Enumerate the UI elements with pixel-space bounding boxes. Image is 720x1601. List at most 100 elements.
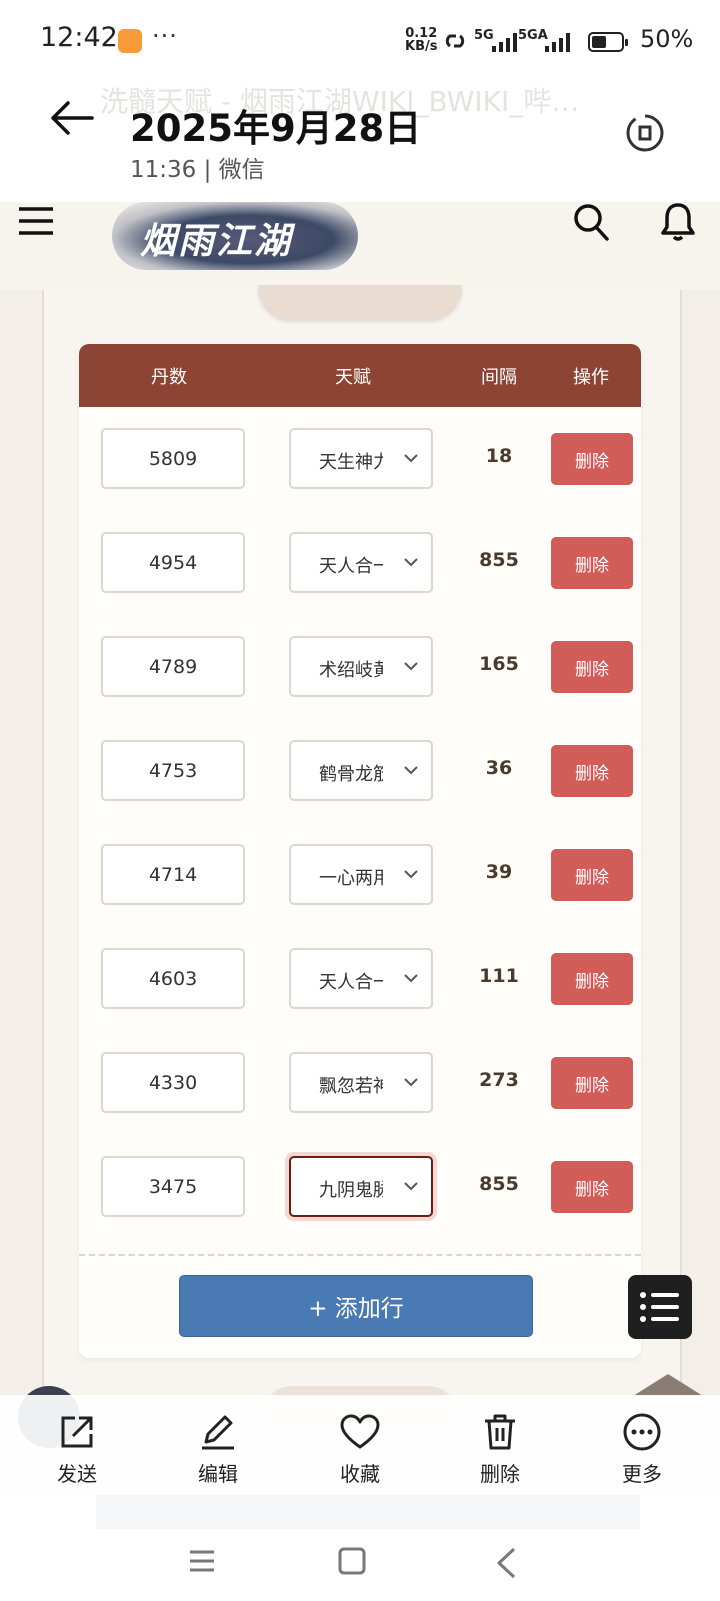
interval-value: 111 [479, 965, 519, 987]
edit-label: 编辑 [198, 1462, 238, 1486]
back-arrow-icon[interactable] [50, 98, 94, 138]
talent-select[interactable]: 一心两用 [289, 844, 433, 905]
send-button[interactable]: 发送 [32, 1412, 122, 1487]
signal-bars-2-icon [545, 30, 570, 52]
talent-select[interactable]: 术绍岐黄 [289, 636, 433, 697]
delete-row-button[interactable]: 删除 [551, 1057, 633, 1109]
delete-button[interactable]: 删除 [455, 1412, 545, 1487]
signal-label-1: 5G [474, 28, 494, 43]
bell-icon[interactable] [660, 202, 696, 242]
chevron-down-icon [404, 558, 418, 567]
send-label: 发送 [57, 1462, 97, 1486]
interval-value: 36 [485, 757, 513, 779]
system-navbar [0, 1495, 720, 1601]
dan-input[interactable]: 4330 [101, 1052, 245, 1113]
battery-percent: 50% [640, 25, 694, 53]
network-speed: 0.12 KB/s [405, 27, 437, 53]
talent-select[interactable]: 天人合一 [289, 532, 433, 593]
delete-row-button[interactable]: 删除 [551, 433, 633, 485]
favorite-button[interactable]: 收藏 [315, 1412, 405, 1487]
more-icon [623, 1413, 661, 1451]
table-header: 丹数 天赋 间隔 操作 [79, 344, 641, 407]
dan-input[interactable]: 4714 [101, 844, 245, 905]
table-row: 4753 鹤骨龙筋 36 删除 [79, 719, 641, 827]
faded-content-strip [96, 1495, 640, 1529]
talent-select-value: 天生神力 [319, 452, 383, 473]
dan-input[interactable]: 4954 [101, 532, 245, 593]
hamburger-menu-icon[interactable] [18, 206, 54, 236]
talent-select-value: 一心两用 [319, 868, 383, 889]
col-header-dan: 丹数 [151, 367, 187, 388]
more-button[interactable]: 更多 [597, 1412, 687, 1487]
chevron-down-icon [404, 974, 418, 983]
talent-select[interactable]: 天生神力 [289, 428, 433, 489]
dan-input[interactable]: 5809 [101, 428, 245, 489]
scroll-top-icon[interactable] [633, 1374, 703, 1396]
talent-select-value: 天人合一 [319, 556, 383, 577]
table-row: 4603 天人合一 111 删除 [79, 927, 641, 1035]
site-navbar: 烟雨江湖 [0, 202, 720, 290]
add-row-area: + 添加行 [79, 1254, 641, 1358]
delete-row-button[interactable]: 删除 [551, 849, 633, 901]
talent-select[interactable]: 鹤骨龙筋 [289, 740, 433, 801]
talent-select-value: 九阴鬼脉 [319, 1180, 383, 1201]
dan-input[interactable]: 3475 [101, 1156, 245, 1217]
chevron-down-icon [404, 662, 418, 671]
col-header-interval: 间隔 [481, 367, 517, 388]
viewer-header: 洗髓天赋 - 烟雨江湖WIKI_BWIKI_哔… 2025年9月28日 11:3… [0, 80, 720, 202]
talent-select-value: 鹤骨龙筋 [319, 764, 383, 785]
delete-row-button[interactable]: 删除 [551, 1161, 633, 1213]
interval-value: 855 [479, 549, 519, 571]
search-icon[interactable] [572, 202, 610, 242]
status-bar: 12:42 ··· 0.12 KB/s 5G 5GA 50% [0, 0, 720, 80]
share-icon [61, 1416, 93, 1448]
talent-select[interactable]: 飘忽若神 [289, 1052, 433, 1113]
chevron-down-icon [404, 766, 418, 775]
delete-row-button[interactable]: 删除 [551, 537, 633, 589]
trash-icon [485, 1414, 515, 1450]
site-logo[interactable]: 烟雨江湖 [112, 202, 358, 270]
status-time: 12:42 [40, 22, 118, 53]
table-row: 4330 飘忽若神 273 删除 [79, 1031, 641, 1139]
photo-action-bar: 发送 编辑 收藏 删除 更多 [0, 1395, 720, 1495]
add-row-button[interactable]: + 添加行 [179, 1275, 533, 1337]
dan-input[interactable]: 4753 [101, 740, 245, 801]
interval-value: 39 [485, 861, 513, 883]
chevron-down-icon [404, 1182, 418, 1191]
delete-label: 删除 [480, 1462, 520, 1486]
talent-select[interactable]: 九阴鬼脉 [289, 1156, 433, 1217]
status-more: ··· [152, 22, 178, 50]
talent-table: 丹数 天赋 间隔 操作 5809 天生神力 18 删除 4954 天人合一 85… [79, 344, 641, 1358]
delete-row-button[interactable]: 删除 [551, 641, 633, 693]
table-of-contents-button[interactable] [628, 1275, 692, 1339]
rotate-screen-icon[interactable] [622, 110, 668, 156]
table-row: 3475 九阴鬼脉 855 删除 [79, 1135, 641, 1241]
col-header-action: 操作 [573, 367, 609, 388]
col-header-talent: 天赋 [335, 367, 371, 388]
dan-input[interactable]: 4789 [101, 636, 245, 697]
talent-select-value: 飘忽若神 [319, 1076, 383, 1097]
home-icon[interactable] [338, 1547, 366, 1575]
delete-row-button[interactable]: 删除 [551, 953, 633, 1005]
interval-value: 18 [485, 445, 513, 467]
hotspot-link-icon [445, 34, 465, 48]
signal-bars-1-icon [492, 30, 517, 52]
section-pill-top [258, 285, 462, 319]
pencil-icon [202, 1415, 234, 1450]
chevron-down-icon [404, 1078, 418, 1087]
table-row: 4954 天人合一 855 删除 [79, 511, 641, 619]
recent-apps-icon[interactable] [188, 1547, 216, 1575]
talent-select-value: 术绍岐黄 [319, 660, 383, 681]
chevron-down-icon [404, 454, 418, 463]
delete-row-button[interactable]: 删除 [551, 745, 633, 797]
photo-date: 2025年9月28日 [130, 107, 422, 150]
dan-input[interactable]: 4603 [101, 948, 245, 1009]
back-icon[interactable] [494, 1547, 518, 1579]
talent-select[interactable]: 天人合一 [289, 948, 433, 1009]
table-row: 5809 天生神力 18 删除 [79, 407, 641, 515]
signal-label-2: 5GA [518, 28, 548, 43]
edit-button[interactable]: 编辑 [173, 1412, 263, 1487]
talent-select-value: 天人合一 [319, 972, 383, 993]
interval-value: 165 [479, 653, 519, 675]
interval-value: 273 [479, 1069, 519, 1091]
